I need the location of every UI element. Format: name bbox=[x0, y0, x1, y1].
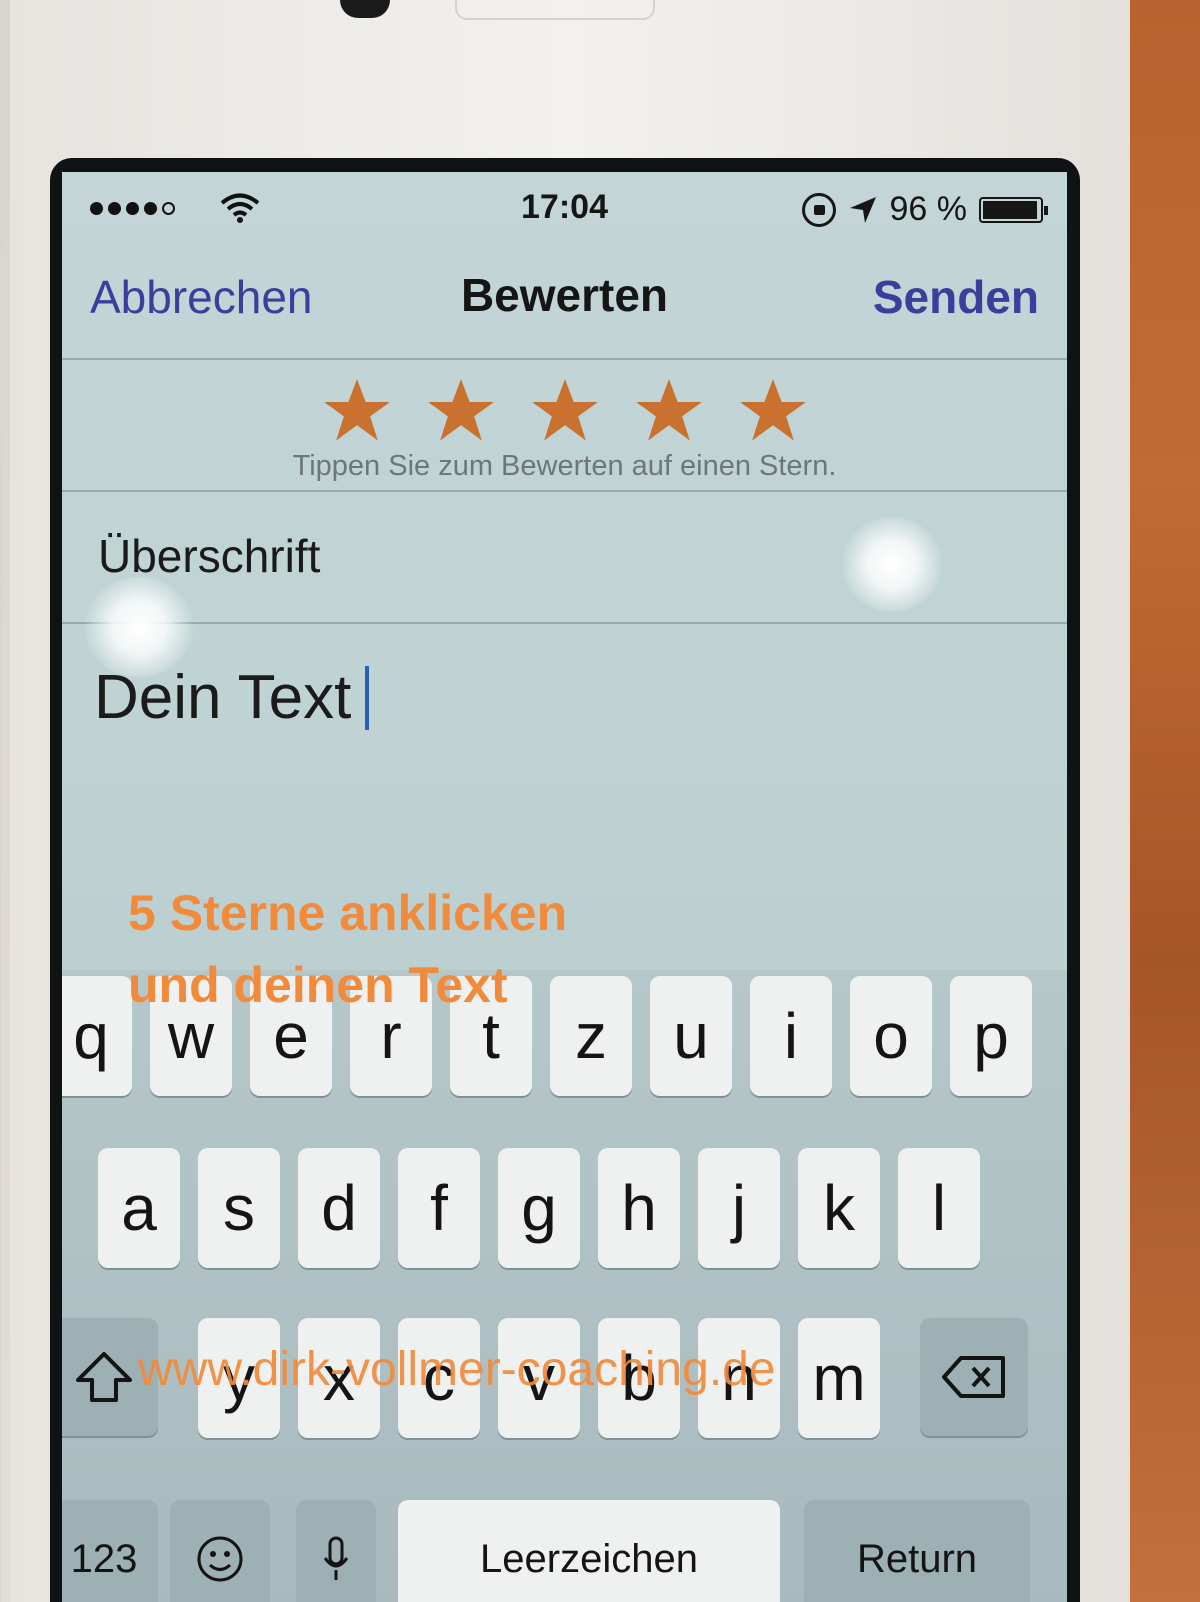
key-s[interactable]: s bbox=[198, 1148, 280, 1268]
key-f[interactable]: f bbox=[398, 1148, 480, 1268]
return-key[interactable]: Return bbox=[804, 1500, 1030, 1602]
key-l[interactable]: l bbox=[898, 1148, 980, 1268]
overlay-caption: 5 Sterne anklicken und deinen Text bbox=[128, 877, 567, 1021]
wooden-table bbox=[1120, 0, 1200, 1602]
phone-screen: 17:04 96 % Abbrechen Bewerten Senden Tip… bbox=[62, 172, 1067, 1602]
text-cursor bbox=[365, 665, 370, 730]
star-2-icon[interactable] bbox=[428, 380, 493, 440]
location-arrow-icon bbox=[849, 196, 876, 223]
key-o[interactable]: o bbox=[850, 976, 932, 1096]
star-rating bbox=[62, 380, 1067, 440]
key-p[interactable]: p bbox=[950, 976, 1032, 1096]
status-right: 96 % bbox=[801, 190, 1048, 229]
send-button[interactable]: Senden bbox=[873, 270, 1039, 324]
key-a[interactable]: a bbox=[98, 1148, 180, 1268]
key-d[interactable]: d bbox=[298, 1148, 380, 1268]
overlay-caption-line-1: 5 Sterne anklicken bbox=[128, 885, 568, 941]
key-i[interactable]: i bbox=[750, 976, 832, 1096]
glare-reflection bbox=[84, 577, 194, 677]
glare-reflection bbox=[842, 517, 942, 612]
delete-key[interactable] bbox=[920, 1318, 1028, 1436]
emoji-key[interactable] bbox=[170, 1500, 270, 1602]
navigation-bar: Abbrechen Bewerten Senden bbox=[62, 242, 1067, 360]
space-key[interactable]: Leerzeichen bbox=[398, 1500, 780, 1602]
numbers-key[interactable]: 123 bbox=[62, 1500, 158, 1602]
star-4-icon[interactable] bbox=[636, 380, 701, 440]
key-q[interactable]: q bbox=[62, 976, 132, 1096]
rating-hint: Tippen Sie zum Bewerten auf einen Stern. bbox=[292, 450, 837, 482]
star-5-icon[interactable] bbox=[740, 380, 805, 440]
key-g[interactable]: g bbox=[498, 1148, 580, 1268]
star-3-icon[interactable] bbox=[532, 380, 597, 440]
key-m[interactable]: m bbox=[798, 1318, 880, 1438]
overlay-caption-line-2: und deinen Text bbox=[128, 957, 508, 1013]
review-title-placeholder: Überschrift bbox=[98, 530, 321, 582]
backspace-icon bbox=[942, 1356, 1005, 1398]
dictation-key[interactable] bbox=[296, 1500, 376, 1602]
star-1-icon[interactable] bbox=[324, 380, 389, 440]
rotation-lock-icon bbox=[801, 192, 836, 227]
battery-percent: 96 % bbox=[889, 190, 968, 228]
earpiece-speaker bbox=[455, 0, 655, 20]
microphone-icon bbox=[323, 1536, 349, 1580]
keyboard: qwertzuiop asdfghjkl yxcvbnm 123 Leerzei… bbox=[62, 970, 1067, 1602]
shift-arrow-icon bbox=[76, 1352, 132, 1402]
key-j[interactable]: j bbox=[698, 1148, 780, 1268]
emoji-icon bbox=[197, 1536, 243, 1582]
battery-icon bbox=[979, 196, 1048, 223]
key-h[interactable]: h bbox=[598, 1148, 680, 1268]
star-rating-section: Tippen Sie zum Bewerten auf einen Stern. bbox=[62, 362, 1067, 492]
status-bar: 17:04 96 % bbox=[62, 172, 1067, 242]
key-k[interactable]: k bbox=[798, 1148, 880, 1268]
website-watermark: www.dirk-vollmer-coaching.de bbox=[138, 1343, 776, 1396]
key-u[interactable]: u bbox=[650, 976, 732, 1096]
front-camera bbox=[340, 0, 390, 18]
